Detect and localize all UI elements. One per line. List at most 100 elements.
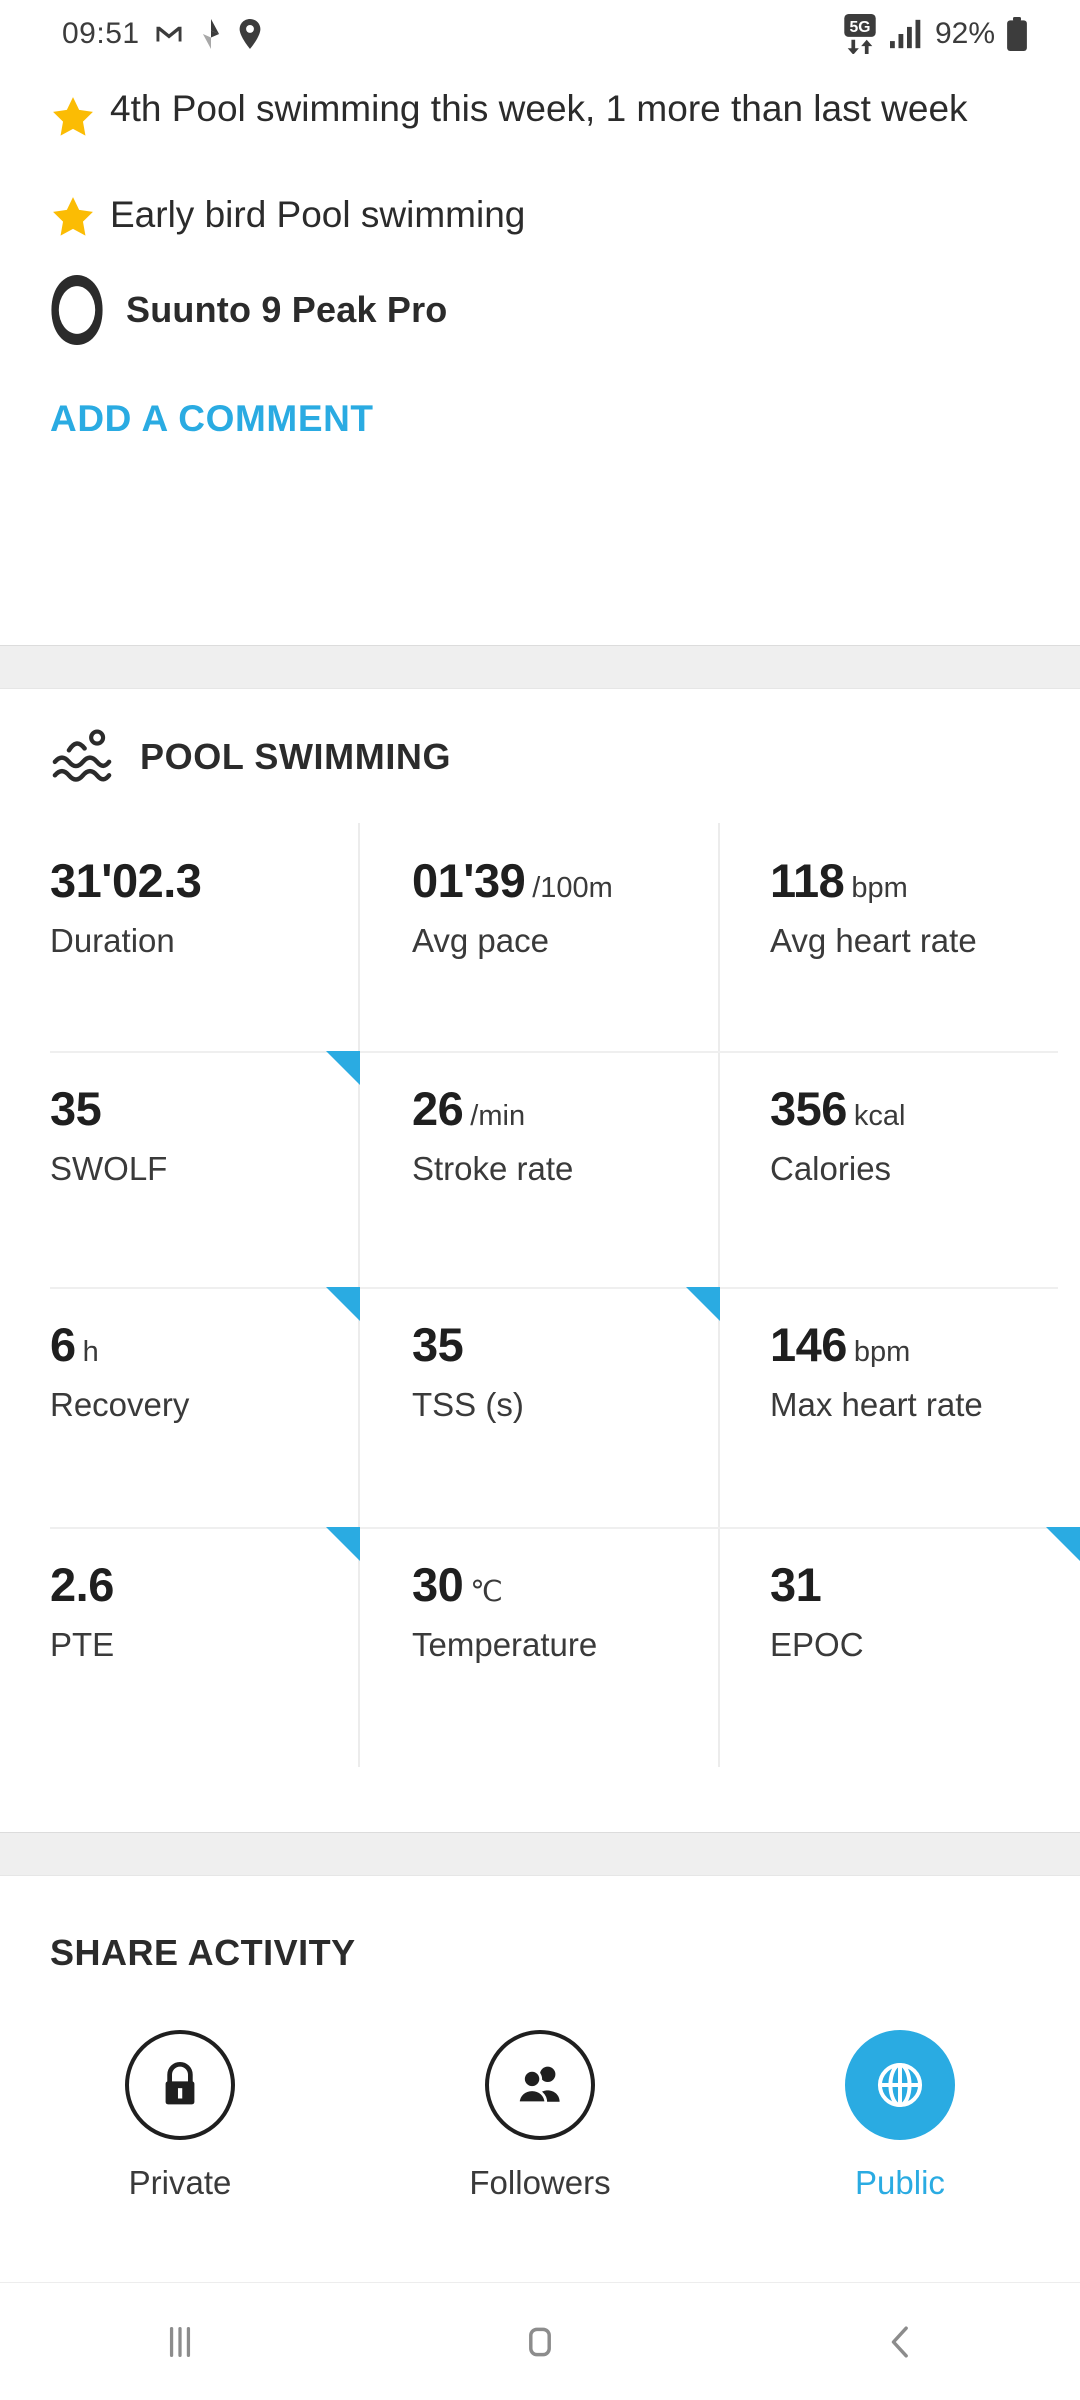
activity-header: POOL SWIMMING bbox=[0, 689, 1080, 785]
stat-cell[interactable]: 30 ℃ Temperature bbox=[326, 1527, 720, 1763]
gmail-icon bbox=[156, 26, 182, 42]
stats-row: 6h Recovery 35 TSS (s) 146 bpm Max heart… bbox=[0, 1287, 1080, 1527]
stat-label: Avg heart rate bbox=[770, 922, 977, 959]
status-bar-clock: 09:51 bbox=[62, 17, 140, 50]
stat-value-line: 356 kcal bbox=[770, 1085, 1056, 1133]
location-pin-icon bbox=[239, 19, 260, 49]
star-icon bbox=[53, 197, 93, 236]
status-bar-right: 5G 92% bbox=[841, 14, 1028, 54]
share-option-followers[interactable]: Followers bbox=[360, 2030, 720, 2202]
share-option-circle[interactable] bbox=[845, 2030, 955, 2140]
highlights-section: 4th Pool swimming this week, 1 more than… bbox=[0, 68, 1080, 440]
add-comment-row[interactable]: ADD A COMMENT bbox=[0, 346, 1080, 440]
stat-unit: ℃ bbox=[470, 1576, 503, 1608]
share-option-label: Public bbox=[855, 2164, 945, 2201]
highlight-item: Early bird Pool swimming bbox=[0, 140, 1080, 240]
stat-label: Temperature bbox=[412, 1626, 598, 1663]
stat-label: Recovery bbox=[50, 1386, 190, 1423]
status-bar-left: 09:51 bbox=[62, 17, 262, 51]
stat-unit: bpm bbox=[851, 872, 908, 904]
stats-grid-inner: 31'02.3 Duration 01'39/100m Avg pace 118… bbox=[0, 823, 1080, 1767]
stats-row: 31'02.3 Duration 01'39/100m Avg pace 118… bbox=[0, 823, 1080, 1051]
new-record-marker-icon bbox=[326, 1527, 360, 1561]
stat-cell[interactable]: 01'39/100m Avg pace bbox=[360, 823, 720, 1051]
stat-cell[interactable]: 6h Recovery bbox=[0, 1287, 360, 1527]
stat-unit: /min bbox=[470, 1100, 526, 1132]
stat-unit: h bbox=[82, 1336, 99, 1368]
stat-label: Calories bbox=[770, 1150, 892, 1187]
stat-value-line: 31'02.3 bbox=[50, 857, 336, 905]
stat-value: 26 bbox=[412, 1082, 464, 1135]
add-comment-button[interactable]: ADD A COMMENT bbox=[50, 398, 374, 439]
stat-value-line: 01'39/100m bbox=[412, 857, 696, 905]
stat-value-line: 31 bbox=[770, 1561, 1056, 1609]
home-button[interactable] bbox=[360, 2319, 720, 2365]
stats-grid: 31'02.3 Duration 01'39/100m Avg pace 118… bbox=[0, 823, 1080, 1767]
stat-cell[interactable]: 356 kcal Calories bbox=[720, 1051, 1080, 1287]
highlight-item: 4th Pool swimming this week, 1 more than… bbox=[0, 68, 1080, 140]
navigation-arrow-icon bbox=[202, 19, 219, 49]
people-icon bbox=[516, 2066, 560, 2105]
stat-cell[interactable]: 31 EPOC bbox=[720, 1527, 1080, 1763]
5g-data-icon: 5G bbox=[844, 14, 876, 54]
device-row: Suunto 9 Peak Pro bbox=[0, 240, 1080, 346]
stat-value: 01'39 bbox=[412, 854, 526, 907]
stat-label: Avg pace bbox=[412, 922, 549, 959]
stat-cell[interactable]: 35 SWOLF bbox=[0, 1051, 360, 1287]
share-option-circle[interactable] bbox=[485, 2030, 595, 2140]
pool-swimming-icon bbox=[52, 729, 112, 782]
stat-cell[interactable]: 31'02.3 Duration bbox=[0, 823, 360, 1051]
battery-icon bbox=[1007, 17, 1027, 51]
stat-unit: bpm bbox=[853, 1336, 911, 1368]
new-record-marker-icon bbox=[326, 1051, 360, 1085]
svg-text:5G: 5G bbox=[849, 19, 870, 36]
stat-value-line: 146 bpm bbox=[770, 1321, 1056, 1369]
share-option-private[interactable]: Private bbox=[0, 2030, 360, 2202]
section-divider bbox=[0, 645, 1080, 689]
share-option-public[interactable]: Public bbox=[720, 2030, 1080, 2202]
stat-value-line: 6h bbox=[50, 1321, 336, 1369]
stat-cell[interactable]: 2.6 PTE bbox=[0, 1527, 360, 1763]
home-icon bbox=[529, 2327, 551, 2356]
stat-cell[interactable]: 118 bpm Avg heart rate bbox=[720, 823, 1080, 1051]
stat-value: 6 bbox=[50, 1318, 76, 1371]
highlight-text: 4th Pool swimming this week, 1 more than… bbox=[110, 88, 968, 129]
stat-value: 30 bbox=[412, 1558, 464, 1611]
stat-value: 118 bbox=[770, 854, 845, 907]
stat-value-line: 2.6 bbox=[50, 1561, 336, 1609]
battery-percent-label: 92% bbox=[934, 17, 995, 50]
activity-summary-card: POOL SWIMMING 31'02.3 Duration 01'39/100… bbox=[0, 689, 1080, 1767]
status-bar: 09:51 5G 92% bbox=[0, 0, 1080, 68]
android-navigation-bar bbox=[0, 2282, 1080, 2400]
stat-value-line: 30 ℃ bbox=[412, 1561, 696, 1609]
stat-value: 2.6 bbox=[50, 1558, 114, 1611]
stat-value: 31'02.3 bbox=[50, 854, 202, 907]
new-record-marker-icon bbox=[686, 1287, 720, 1321]
share-option-label: Followers bbox=[469, 2164, 611, 2201]
share-activity-title: SHARE ACTIVITY bbox=[50, 1932, 356, 1973]
share-option-circle[interactable] bbox=[125, 2030, 235, 2140]
stat-value: 356 bbox=[770, 1082, 847, 1135]
stats-row: 35 SWOLF 26/min Stroke rate 356 kcal Calo… bbox=[0, 1051, 1080, 1287]
stat-value: 35 bbox=[50, 1082, 102, 1135]
device-name: Suunto 9 Peak Pro bbox=[126, 289, 448, 330]
back-button[interactable] bbox=[720, 2319, 1080, 2365]
stat-label: EPOC bbox=[770, 1626, 864, 1663]
stat-value-line: 118 bpm bbox=[770, 857, 1056, 905]
stat-value: 146 bbox=[770, 1318, 847, 1371]
stat-cell[interactable]: 146 bpm Max heart rate bbox=[686, 1287, 1080, 1527]
stat-label: SWOLF bbox=[50, 1150, 168, 1187]
stats-row: 2.6 PTE 30 ℃ Temperature 31 EPOC bbox=[0, 1527, 1080, 1763]
stat-label: Duration bbox=[50, 922, 175, 959]
recents-button[interactable] bbox=[0, 2319, 360, 2365]
lock-icon bbox=[165, 2062, 195, 2105]
signal-bars-icon bbox=[889, 19, 921, 49]
stat-value: 35 bbox=[412, 1318, 464, 1371]
activity-title: POOL SWIMMING bbox=[140, 736, 452, 777]
back-icon bbox=[891, 2325, 908, 2358]
stat-cell[interactable]: 26/min Stroke rate bbox=[326, 1051, 720, 1287]
stat-value-line: 26/min bbox=[412, 1085, 696, 1133]
stat-label: Stroke rate bbox=[412, 1150, 574, 1187]
stat-cell[interactable]: 35 TSS (s) bbox=[326, 1287, 720, 1527]
stat-value-line: 35 bbox=[412, 1321, 696, 1369]
